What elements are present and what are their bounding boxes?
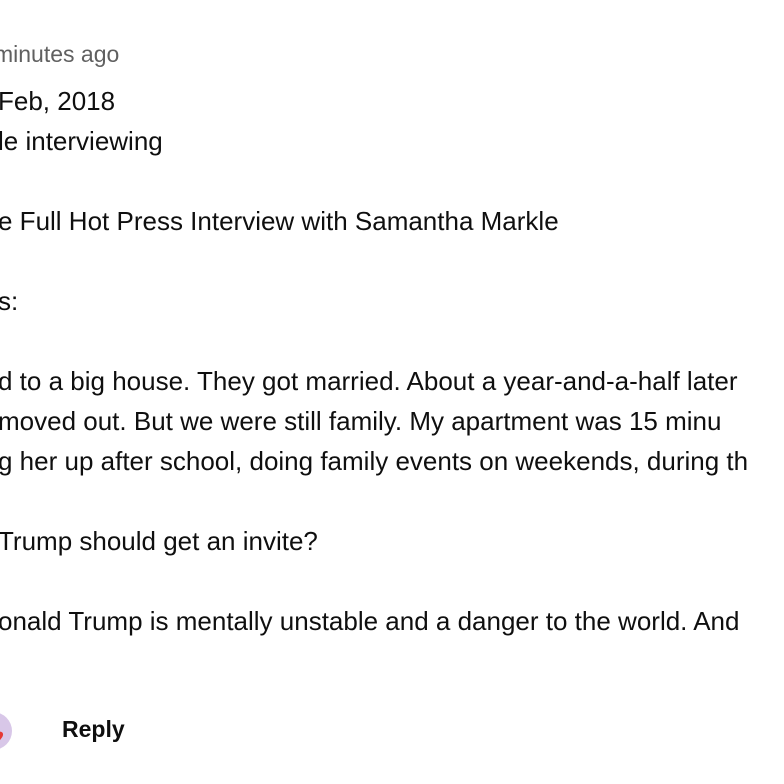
comment-line: Feb, 2018 [0, 86, 116, 116]
heart-icon: ♥ [0, 726, 12, 750]
comment-line: e Full Hot Press Interview with Samantha… [0, 206, 559, 236]
comment-line: moved out. But we were still family. My … [0, 406, 722, 436]
reply-button[interactable]: Reply [62, 716, 125, 743]
comment-line: s: [0, 286, 19, 316]
comment-line: g her up after school, doing family even… [0, 446, 749, 476]
comment-line: d to a big house. They got married. Abou… [0, 366, 738, 396]
comment-thread: minutes ago Feb, 2018 le interviewing e … [0, 0, 784, 784]
avatar[interactable]: ♥ [0, 712, 12, 750]
comment-line: Trump should get an invite? [0, 526, 318, 556]
comment-timestamp[interactable]: minutes ago [0, 41, 119, 68]
comment-line: onald Trump is mentally unstable and a d… [0, 606, 740, 636]
comment-line: le interviewing [0, 126, 163, 156]
